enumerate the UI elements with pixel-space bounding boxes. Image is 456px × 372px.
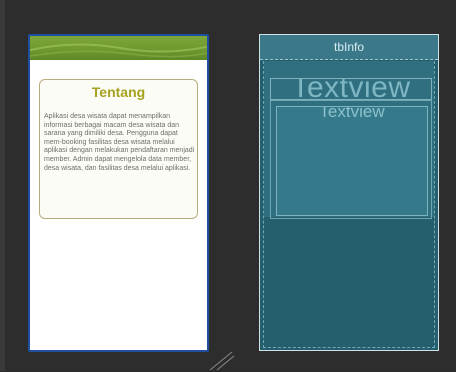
panel-divider	[0, 0, 5, 371]
layout-editor-canvas[interactable]: Tentang Aplikasi desa wisata dapat menam…	[0, 0, 456, 371]
resize-handle-icon[interactable]	[208, 350, 236, 372]
banner-wave-graphic	[30, 43, 207, 58]
textview-title-outline[interactable]: Textview	[270, 78, 432, 100]
textview-title-label: Textview	[291, 78, 411, 100]
blueprint-toolbar[interactable]: tbInfo	[260, 35, 438, 60]
textview-body-label: Textview	[319, 106, 385, 121]
design-view-phone[interactable]: Tentang Aplikasi desa wisata dapat menam…	[28, 34, 209, 352]
about-title: Tentang	[91, 84, 146, 100]
header-banner[interactable]	[30, 36, 207, 60]
toolbar-id-label: tbInfo	[333, 40, 365, 54]
about-card[interactable]: Tentang Aplikasi desa wisata dapat menam…	[39, 79, 198, 219]
blueprint-view-phone[interactable]: tbInfo Textview Textview	[259, 34, 439, 351]
about-description: Aplikasi desa wisata dapat menampilkan i…	[44, 113, 195, 172]
textview-body-outline[interactable]: Textview	[276, 106, 428, 216]
